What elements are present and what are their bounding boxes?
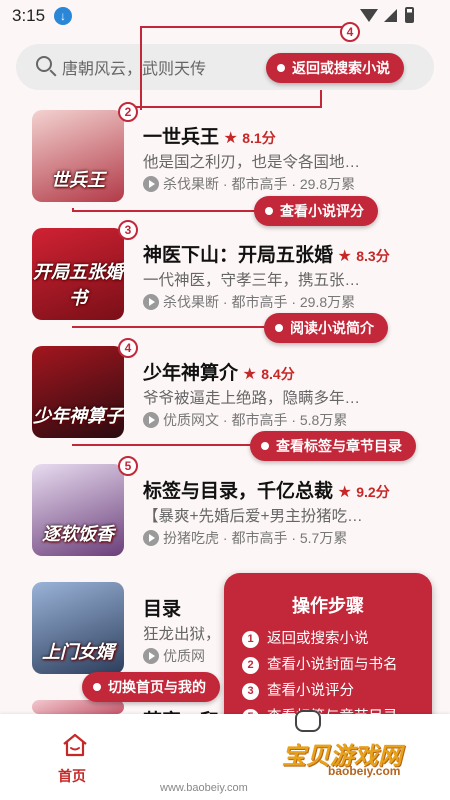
book-title[interactable]: 神医下山：开局五张婚 ★ 8.3分 [143, 240, 390, 267]
book-title-text: 标签与目录，千亿总裁 [143, 481, 334, 502]
book-description: 【暴爽+先婚后爱+男主扮猪吃… [143, 508, 363, 525]
steps-title: 操作步骤 [292, 596, 364, 616]
cover-title: 逐软饭香 [42, 524, 114, 544]
callout-read-intro: 阅读小说简介 [264, 313, 388, 343]
nav-home-label[interactable]: 首页 [58, 766, 86, 786]
book-meta: 优质网文 · 都市高手 · 5.8万累 [143, 410, 347, 430]
step-item: 3 查看小说评分 [242, 679, 354, 700]
search-placeholder[interactable]: 唐朝风云，武则天传 [62, 55, 206, 79]
book-title[interactable]: 标签与目录，千亿总裁 ★ 9.2分 [143, 476, 390, 503]
book-title[interactable]: 目录 [143, 594, 181, 621]
download-icon: ↓ [54, 7, 72, 25]
step-text: 查看小说评分 [267, 683, 354, 699]
book-score: 9.2分 [356, 484, 390, 500]
status-time: 3:15 [12, 6, 46, 25]
step-text: 查看小说封面与书名 [267, 657, 398, 673]
callout-view-score: 查看小说评分 [254, 196, 378, 226]
book-cover[interactable]: 上门女婿 [32, 582, 124, 674]
book-title[interactable]: 一世兵王 ★ 8.1分 [143, 122, 276, 149]
book-title-text: 目录 [143, 599, 182, 620]
book-cover[interactable]: 逐软饭香 [32, 464, 124, 556]
watermark-url: www.baobeiy.com [160, 782, 248, 794]
annotation-line [130, 106, 322, 108]
book-title[interactable]: 少年神算介 ★ 8.4分 [143, 358, 295, 385]
signal-icon [384, 9, 397, 22]
book-cover[interactable]: 开局五张婚书 [32, 228, 124, 320]
book-meta-text: 优质网 [163, 648, 205, 664]
step-badge: 4 [118, 338, 138, 358]
book-cover[interactable]: 少年神算子 [32, 346, 124, 438]
callout-back-or-search: 返回或搜索小说 [266, 53, 404, 83]
step-text: 返回或搜索小说 [267, 631, 369, 647]
callout-tags-chapters: 查看标签与章节目录 [250, 431, 416, 461]
book-meta-text: 杀伐果断 · 都市高手 · 29.8万累 [163, 176, 356, 192]
book-meta-text: 优质网文 · 都市高手 · 5.8万累 [163, 412, 348, 428]
star-icon: ★ [333, 484, 357, 501]
book-score: 8.1分 [242, 130, 276, 146]
search-icon[interactable] [36, 56, 52, 72]
book-meta-text: 扮猪吃虎 · 都市高手 · 5.7万累 [163, 530, 348, 546]
step-badge: 4 [340, 22, 360, 42]
step-number: 1 [242, 631, 259, 648]
book-description: 一代神医，守孝三年，携五张… [143, 272, 361, 289]
play-icon [143, 530, 159, 546]
cover-title: 少年神算子 [33, 406, 123, 426]
book-meta: 杀伐果断 · 都市高手 · 29.8万累 [143, 292, 355, 312]
book-description: 爷爷被逼走上绝路，隐瞒多年… [143, 390, 361, 407]
callout-switch-tabs: 切换首页与我的 [82, 672, 220, 702]
book-title-text: 一世兵王 [143, 127, 220, 148]
play-icon [143, 648, 159, 664]
annotation-line [140, 26, 352, 28]
battery-icon [405, 7, 414, 23]
play-icon [143, 412, 159, 428]
book-title-text: 神医下山：开局五张婚 [143, 245, 334, 266]
step-number: 2 [242, 657, 259, 674]
book-meta-text: 杀伐果断 · 都市高手 · 29.8万累 [163, 294, 356, 310]
star-icon: ★ [238, 366, 262, 383]
cover-title: 世兵王 [51, 170, 105, 190]
play-icon [143, 294, 159, 310]
book-score: 8.3分 [356, 248, 390, 264]
step-item: 1 返回或搜索小说 [242, 627, 369, 648]
gamepad-logo-icon [295, 710, 321, 732]
home-icon[interactable] [62, 733, 88, 757]
watermark-sub: baobeiy.com [328, 764, 401, 778]
step-item: 2 查看小说封面与书名 [242, 653, 398, 674]
play-icon [143, 176, 159, 192]
step-badge: 5 [118, 456, 138, 476]
book-title-text: 少年神算介 [143, 363, 239, 384]
cover-title: 上门女婿 [42, 642, 114, 662]
book-meta: 杀伐果断 · 都市高手 · 29.8万累 [143, 174, 355, 194]
star-icon: ★ [219, 130, 243, 147]
step-number: 3 [242, 683, 259, 700]
book-cover[interactable] [32, 700, 124, 714]
book-score: 8.4分 [261, 366, 295, 382]
book-description: 他是国之利刃，也是令各国地… [143, 154, 361, 171]
annotation-line [140, 26, 142, 110]
book-cover[interactable]: 世兵王 [32, 110, 124, 202]
wifi-icon [360, 9, 378, 22]
step-badge: 2 [118, 102, 138, 122]
star-icon: ★ [333, 248, 357, 265]
annotation-line [320, 90, 322, 106]
cover-title: 开局五张婚书 [33, 262, 123, 308]
step-badge: 3 [118, 220, 138, 240]
book-meta: 扮猪吃虎 · 都市高手 · 5.7万累 [143, 528, 347, 548]
book-meta: 优质网 [143, 646, 205, 666]
